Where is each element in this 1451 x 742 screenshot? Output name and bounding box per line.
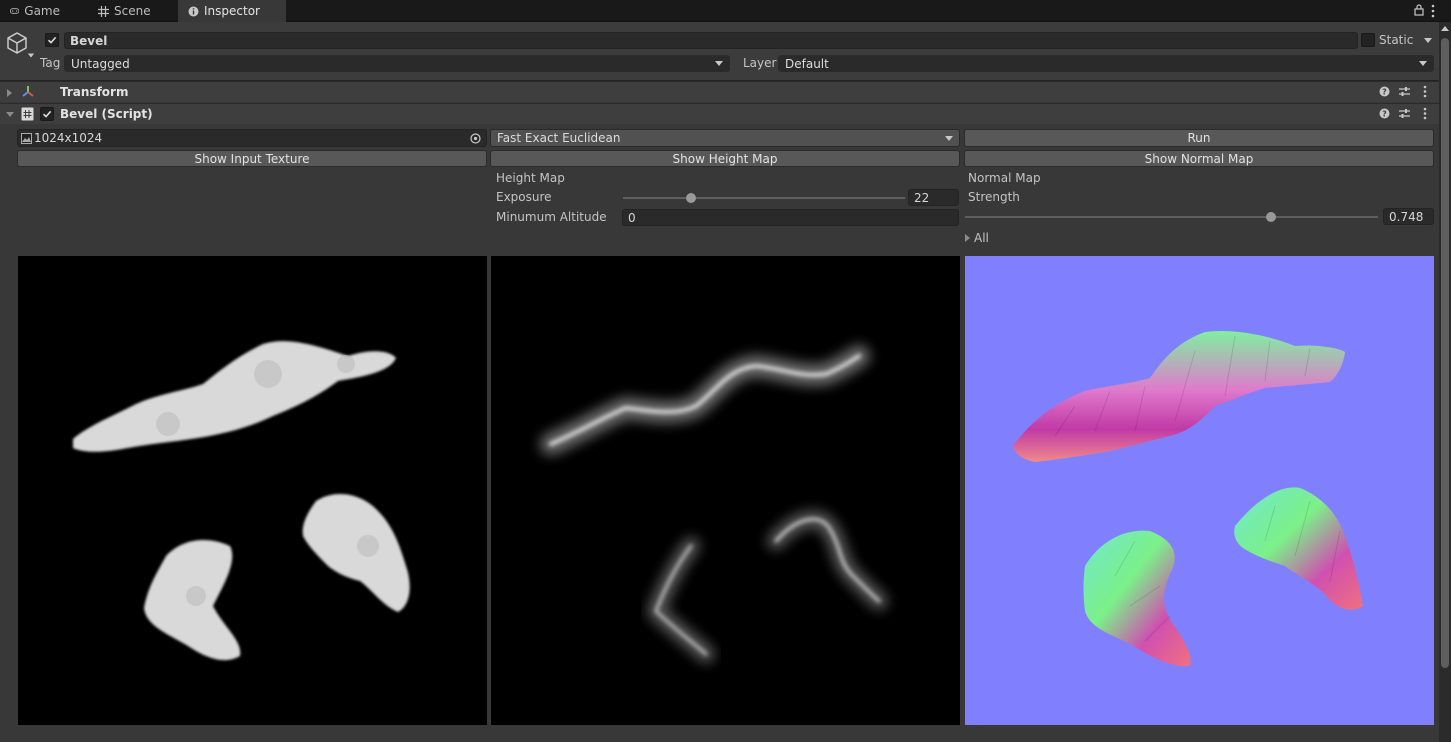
- tag-label: Tag: [40, 56, 61, 70]
- object-name-field[interactable]: Bevel: [64, 32, 1358, 49]
- strength-slider[interactable]: [965, 212, 1378, 222]
- input-texture-field[interactable]: 1024x1024: [17, 129, 487, 147]
- exposure-label: Exposure: [496, 190, 552, 204]
- exposure-slider-thumb[interactable]: [685, 193, 696, 203]
- tab-game-label: Game: [24, 4, 60, 18]
- bevel-enabled-checkbox[interactable]: [40, 107, 54, 121]
- script-icon: [21, 107, 34, 121]
- show-height-map-button[interactable]: Show Height Map: [490, 150, 960, 167]
- strength-slider-thumb[interactable]: [1266, 212, 1277, 222]
- transform-axes-icon: [22, 86, 34, 97]
- input-texture-image: [73, 341, 410, 661]
- checkmark-icon: [42, 110, 52, 118]
- show-normal-map-button[interactable]: Show Normal Map: [964, 150, 1434, 167]
- normal-map-image: [1013, 330, 1363, 667]
- layer-dropdown[interactable]: Default: [778, 55, 1434, 72]
- presets-icon[interactable]: [1399, 86, 1410, 97]
- layer-value: Default: [785, 56, 829, 71]
- bevel-title: Bevel (Script): [60, 107, 153, 121]
- active-checkbox[interactable]: [45, 33, 59, 47]
- strength-label: Strength: [968, 190, 1020, 204]
- tag-value: Untagged: [71, 56, 130, 71]
- exposure-slider[interactable]: [623, 193, 905, 203]
- transform-title: Transform: [60, 85, 129, 99]
- strength-value-field[interactable]: 0.748: [1383, 208, 1434, 225]
- chevron-down-icon: [1419, 61, 1427, 66]
- height-map-image: [540, 345, 888, 663]
- svg-text:?: ?: [1382, 110, 1387, 119]
- all-foldout[interactable]: All: [965, 231, 989, 245]
- scroll-up-arrow-icon[interactable]: [1441, 26, 1449, 31]
- texture-icon: [21, 132, 32, 144]
- tab-bar: Game Scene Inspector: [0, 0, 1451, 22]
- component-menu-icon[interactable]: [1423, 85, 1427, 98]
- min-altitude-label: Minumum Altitude: [496, 210, 607, 224]
- input-texture-preview: [18, 256, 487, 725]
- all-foldout-label: All: [974, 231, 989, 245]
- component-menu-icon[interactable]: [1423, 107, 1427, 120]
- show-input-texture-button[interactable]: Show Input Texture: [17, 150, 487, 167]
- static-label: Static: [1379, 33, 1414, 47]
- gameobject-header: Bevel Static Tag Untagged Layer Default: [0, 22, 1451, 81]
- tab-game[interactable]: Game: [0, 0, 70, 22]
- grid-icon: [98, 5, 109, 17]
- object-picker-icon[interactable]: [470, 132, 481, 144]
- foldout-arrow-icon[interactable]: [6, 112, 14, 117]
- tab-scene-label: Scene: [114, 4, 151, 18]
- presets-icon[interactable]: [1399, 108, 1410, 119]
- lock-icon[interactable]: [1414, 4, 1424, 16]
- gamepad-icon: [10, 8, 20, 14]
- scrollbar-thumb[interactable]: [1441, 38, 1449, 668]
- normal-map-section-label: Normal Map: [968, 171, 1041, 185]
- help-icon[interactable]: ?: [1379, 86, 1390, 97]
- min-altitude-field[interactable]: 0: [622, 209, 959, 226]
- layer-label: Layer: [743, 56, 777, 70]
- icon-dropdown-caret[interactable]: [27, 53, 35, 58]
- help-icon[interactable]: ?: [1379, 108, 1390, 119]
- exposure-value-field[interactable]: 22: [908, 189, 959, 206]
- inspector-scrollbar[interactable]: [1439, 22, 1451, 742]
- foldout-arrow-icon[interactable]: [7, 89, 12, 97]
- algorithm-dropdown[interactable]: Fast Exact Euclidean: [490, 129, 960, 147]
- algorithm-value: Fast Exact Euclidean: [497, 131, 621, 145]
- tab-scene[interactable]: Scene: [88, 0, 168, 22]
- tab-inspector[interactable]: Inspector: [178, 0, 286, 22]
- normal-map-preview: [965, 256, 1434, 725]
- checkmark-icon: [47, 36, 57, 44]
- run-button[interactable]: Run: [964, 129, 1434, 147]
- height-map-preview: [491, 256, 960, 725]
- svg-text:?: ?: [1382, 88, 1387, 97]
- bevel-component-header[interactable]: Bevel (Script) ?: [0, 103, 1451, 124]
- static-checkbox[interactable]: [1361, 33, 1375, 47]
- kebab-menu-icon[interactable]: [1431, 4, 1435, 18]
- exposure-slider-track: [623, 197, 905, 199]
- foldout-arrow-icon: [965, 234, 970, 242]
- tag-dropdown[interactable]: Untagged: [64, 55, 730, 72]
- info-icon: [188, 6, 199, 16]
- height-map-section-label: Height Map: [496, 171, 565, 185]
- chevron-down-icon: [715, 61, 723, 66]
- input-texture-value: 1024x1024: [34, 131, 103, 145]
- strength-slider-track: [965, 216, 1378, 218]
- transform-component-header[interactable]: Transform ?: [0, 81, 1451, 102]
- gameobject-cube-icon[interactable]: [5, 31, 29, 55]
- tab-inspector-label: Inspector: [204, 4, 260, 18]
- chevron-down-icon: [945, 135, 953, 141]
- static-dropdown-caret[interactable]: [1424, 38, 1432, 43]
